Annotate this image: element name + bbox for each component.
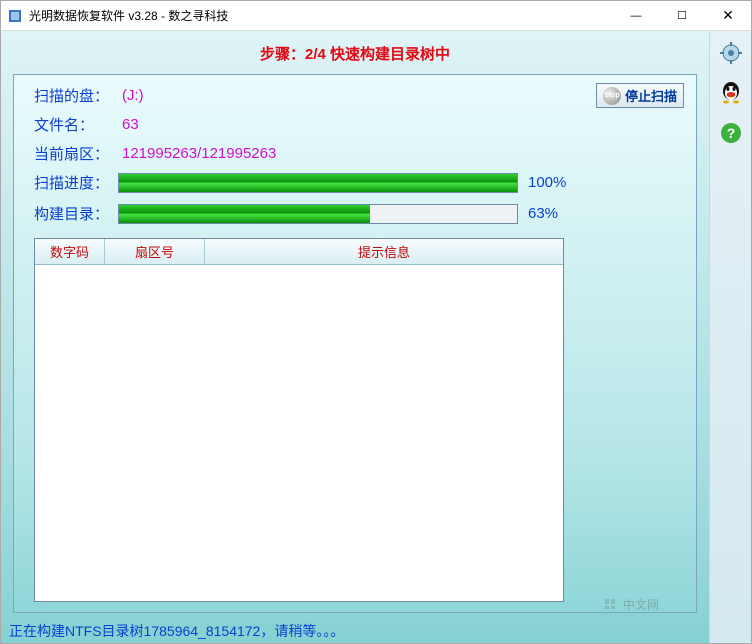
scan-progress-label: 扫描进度： <box>34 172 118 193</box>
table-header: 数字码 扇区号 提示信息 <box>35 239 563 265</box>
step-indicator: 步骤：2/4 快速构建目录树中 <box>1 31 709 74</box>
stop-icon: Stop <box>603 87 621 105</box>
qq-button[interactable] <box>715 77 747 109</box>
disk-row: 扫描的盘： (J:) <box>34 85 682 106</box>
info-area: Stop 停止扫描 扫描的盘： (J:) 文件名： 63 当前扇区： 12199… <box>34 85 682 234</box>
body: 步骤：2/4 快速构建目录树中 Stop 停止扫描 扫描的盘： (J:) 文件名… <box>1 31 751 643</box>
filename-label: 文件名： <box>34 114 118 135</box>
sector-row: 当前扇区： 121995263/121995263 <box>34 143 682 164</box>
build-progress-label: 构建目录： <box>34 203 118 224</box>
build-progress-fill <box>119 205 370 223</box>
sector-label: 当前扇区： <box>34 143 118 164</box>
status-text: 正在构建NTFS目录树1785964_8154172，请稍等。。。 <box>9 621 344 641</box>
scan-progress-row: 扫描进度： 100% <box>34 172 682 193</box>
col-sector[interactable]: 扇区号 <box>105 239 205 264</box>
stop-button-label: 停止扫描 <box>625 86 677 105</box>
stop-scan-button[interactable]: Stop 停止扫描 <box>596 83 684 108</box>
scan-progress-fill <box>119 174 517 192</box>
table-body <box>35 265 563 601</box>
qq-icon <box>717 79 745 107</box>
build-progress-bar <box>118 204 518 224</box>
minimize-button[interactable]: — <box>613 1 659 31</box>
app-icon <box>7 8 23 24</box>
disk-label: 扫描的盘： <box>34 85 118 106</box>
col-message[interactable]: 提示信息 <box>205 239 563 264</box>
disk-value: (J:) <box>122 87 144 104</box>
scan-progress-pct: 100% <box>528 174 566 191</box>
settings-button[interactable] <box>715 37 747 69</box>
help-button[interactable]: ? <box>715 117 747 149</box>
sector-value: 121995263/121995263 <box>122 145 276 162</box>
close-button[interactable]: ✕ <box>705 1 751 31</box>
build-progress-pct: 63% <box>528 205 558 222</box>
window-title: 光明数据恢复软件 v3.28 - 数之寻科技 <box>29 7 613 24</box>
content-panel: Stop 停止扫描 扫描的盘： (J:) 文件名： 63 当前扇区： 12199… <box>13 74 697 613</box>
status-bar: 正在构建NTFS目录树1785964_8154172，请稍等。。。 <box>1 619 709 643</box>
titlebar: 光明数据恢复软件 v3.28 - 数之寻科技 — ☐ ✕ <box>1 1 751 31</box>
main-area: 步骤：2/4 快速构建目录树中 Stop 停止扫描 扫描的盘： (J:) 文件名… <box>1 31 709 643</box>
maximize-button[interactable]: ☐ <box>659 1 705 31</box>
build-progress-row: 构建目录： 63% <box>34 203 682 224</box>
window-controls: — ☐ ✕ <box>613 1 751 31</box>
filename-row: 文件名： 63 <box>34 114 682 135</box>
results-table: 数字码 扇区号 提示信息 <box>34 238 564 602</box>
gear-icon <box>718 40 744 66</box>
right-toolbar: ? <box>709 31 751 643</box>
filename-value: 63 <box>122 116 139 133</box>
col-code[interactable]: 数字码 <box>35 239 105 264</box>
help-icon: ? <box>719 121 743 145</box>
scan-progress-bar <box>118 173 518 193</box>
svg-text:?: ? <box>726 125 735 141</box>
main-window: 光明数据恢复软件 v3.28 - 数之寻科技 — ☐ ✕ 步骤：2/4 快速构建… <box>0 0 752 644</box>
